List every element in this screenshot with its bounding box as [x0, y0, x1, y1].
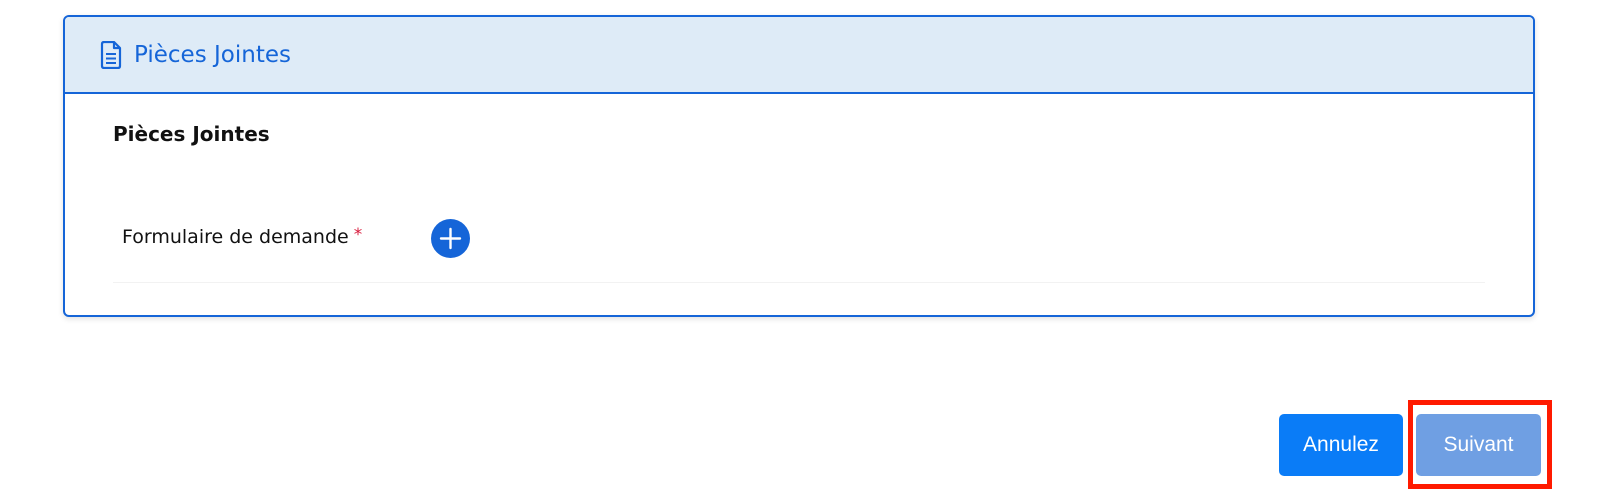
- field-label: Formulaire de demande: [122, 226, 349, 248]
- panel-header-title: Pièces Jointes: [134, 41, 291, 68]
- attachment-field-row: Formulaire de demande *: [113, 198, 1485, 283]
- cancel-button[interactable]: Annulez: [1279, 414, 1403, 476]
- required-marker: *: [353, 225, 363, 245]
- document-icon: [100, 40, 122, 69]
- plus-circle-icon: [439, 227, 462, 250]
- attachments-panel: Pièces Jointes Pièces Jointes Formulaire…: [63, 15, 1535, 317]
- section-title: Pièces Jointes: [113, 122, 270, 146]
- panel-header: Pièces Jointes: [65, 17, 1533, 94]
- next-button[interactable]: Suivant: [1416, 414, 1541, 476]
- field-label-container: Formulaire de demande *: [122, 225, 363, 248]
- add-attachment-button[interactable]: [431, 219, 470, 258]
- page: Pièces Jointes Pièces Jointes Formulaire…: [0, 0, 1600, 503]
